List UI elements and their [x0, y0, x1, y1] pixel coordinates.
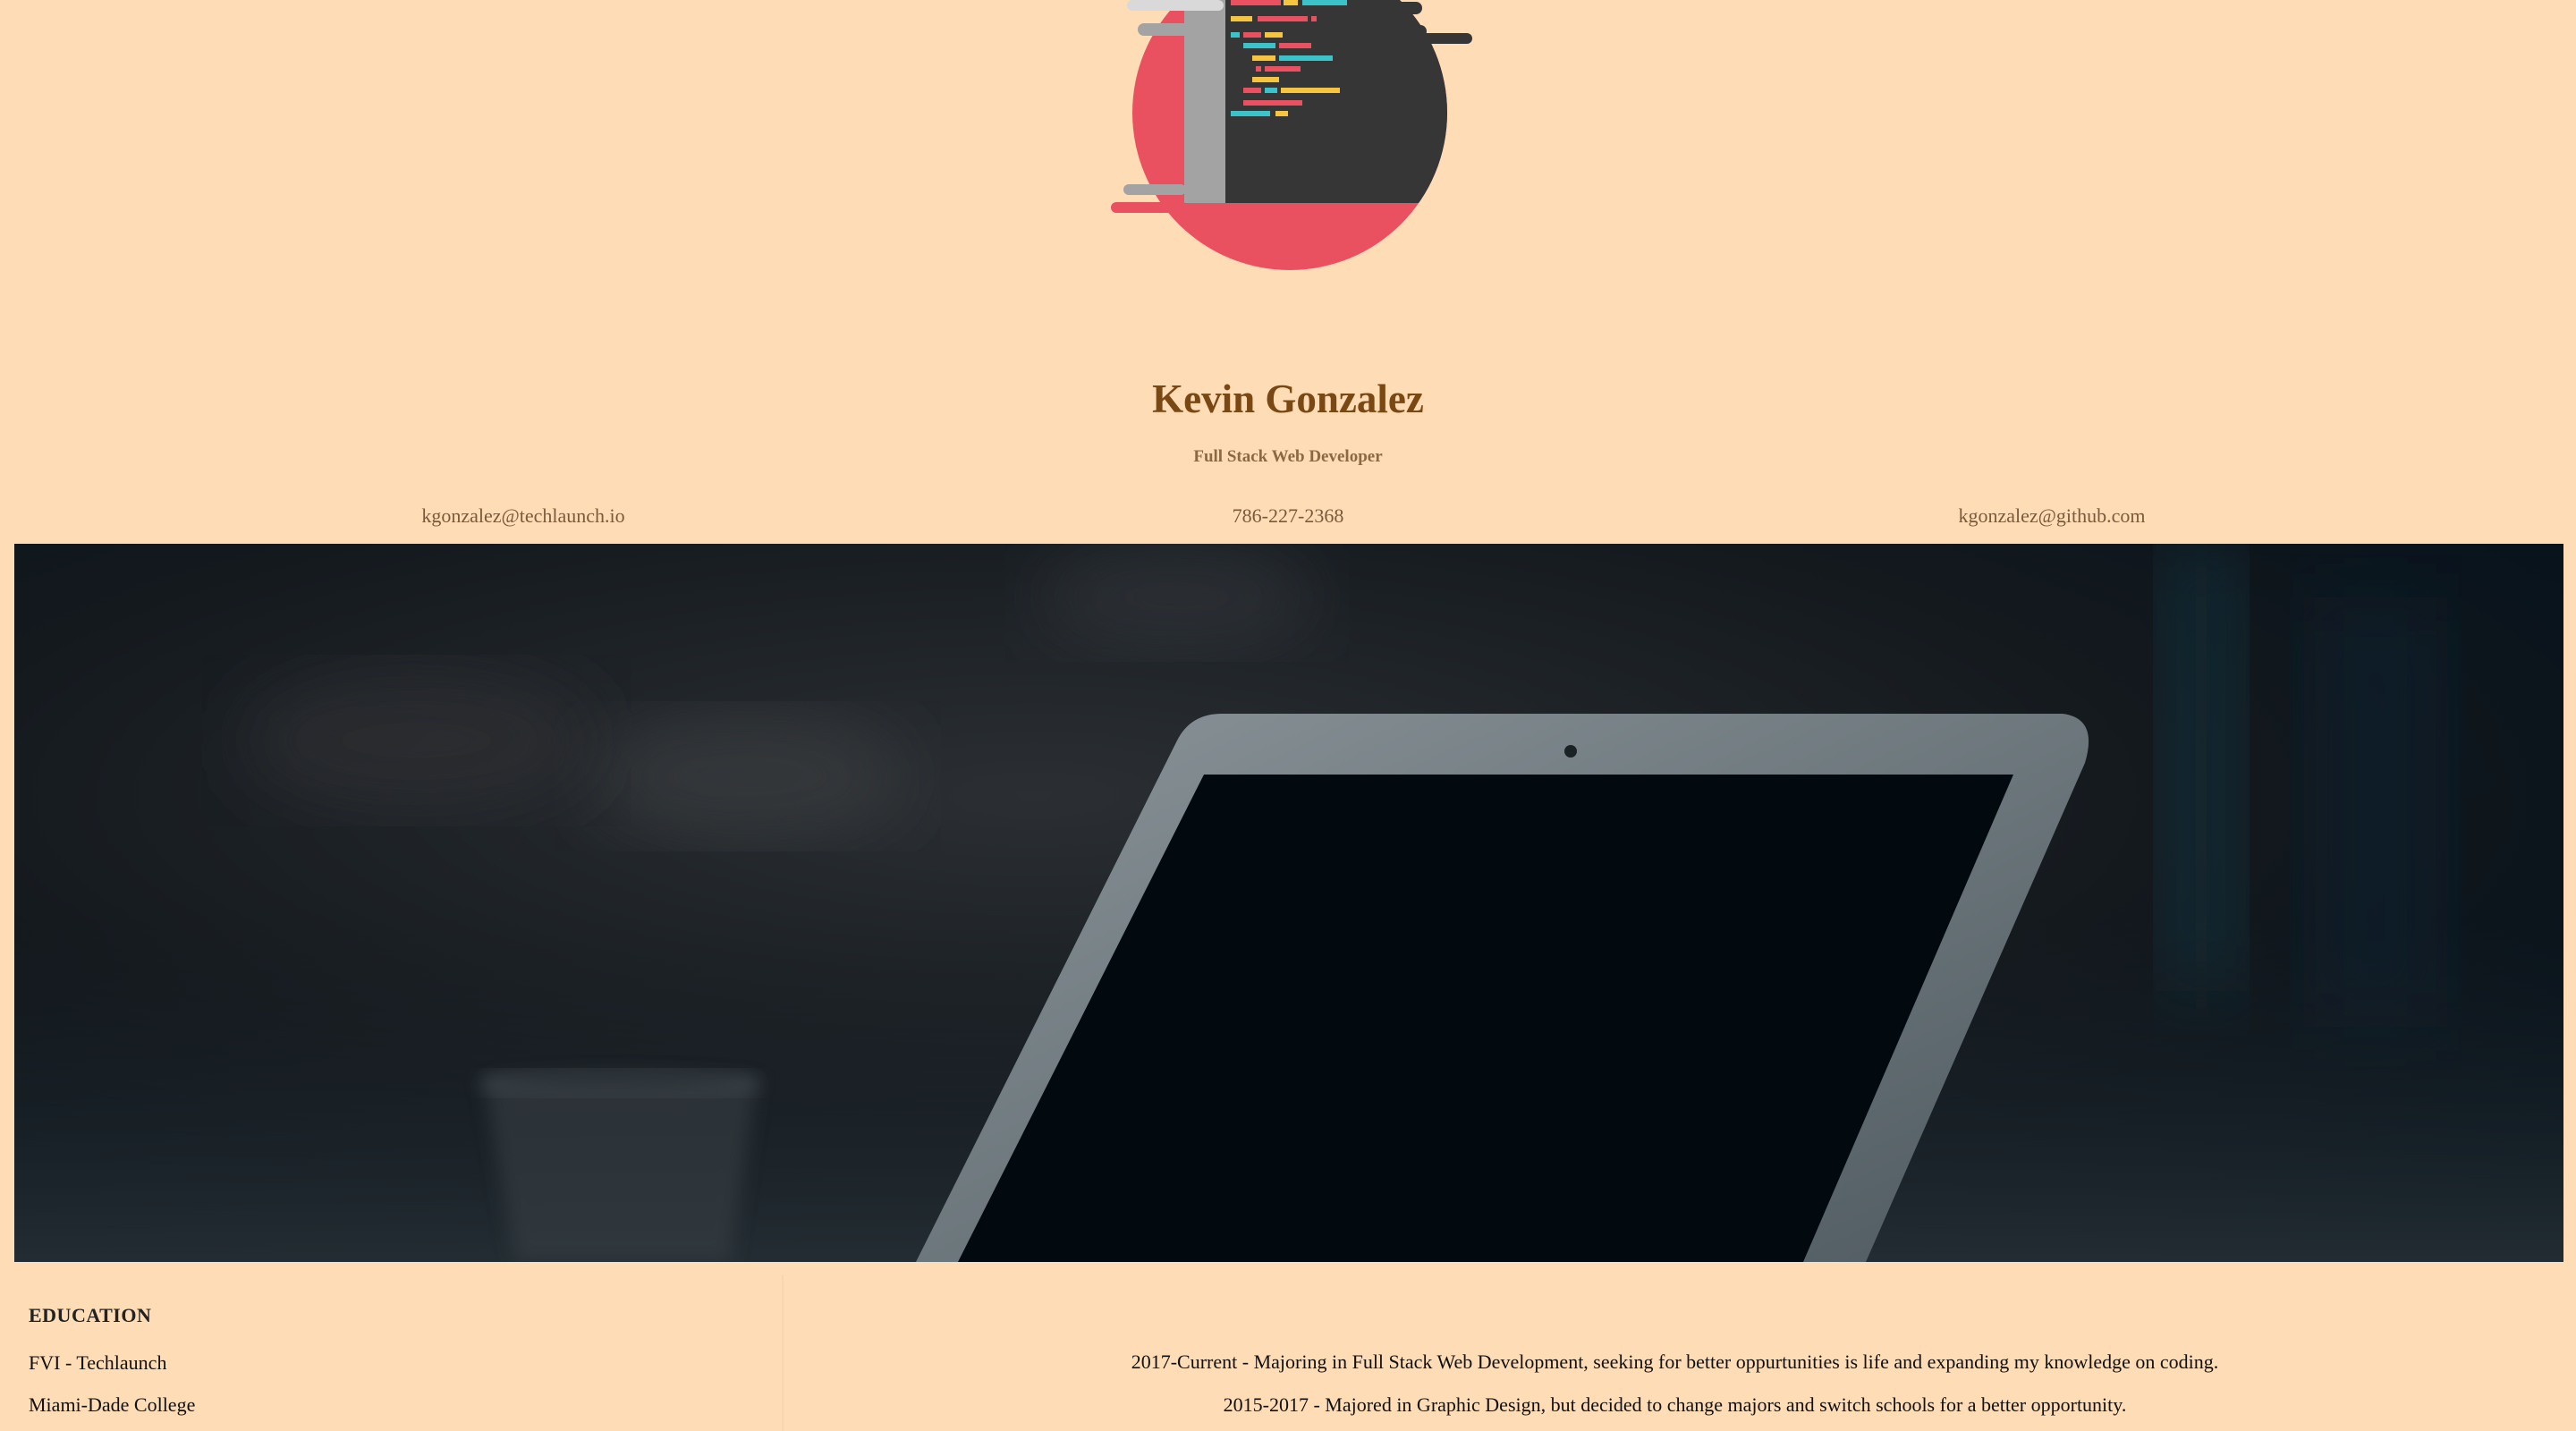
phone-number: 786-227-2368 — [1232, 504, 1344, 527]
page: Kevin Gonzalez Full Stack Web Developer … — [0, 0, 2576, 1431]
laptop-photo — [14, 544, 2563, 1262]
page-title: Kevin Gonzalez — [1152, 377, 1424, 421]
email-link[interactable]: kgonzalez@techlaunch.io — [421, 503, 624, 529]
github-link[interactable]: kgonzalez@github.com — [1958, 503, 2145, 529]
job-title: Full Stack Web Developer — [1193, 447, 1383, 466]
education-heading: EDUCATION — [29, 1304, 152, 1326]
education-school: Miami-Dade College — [29, 1393, 196, 1416]
education-description: 2017-Current - Majoring in Full Stack We… — [1131, 1351, 2219, 1373]
education-description: 2015-2017 - Majored in Graphic Design, b… — [1223, 1393, 2127, 1416]
education-school: FVI - Techlaunch — [29, 1351, 167, 1374]
code-editor-logo-icon — [1100, 0, 1476, 277]
